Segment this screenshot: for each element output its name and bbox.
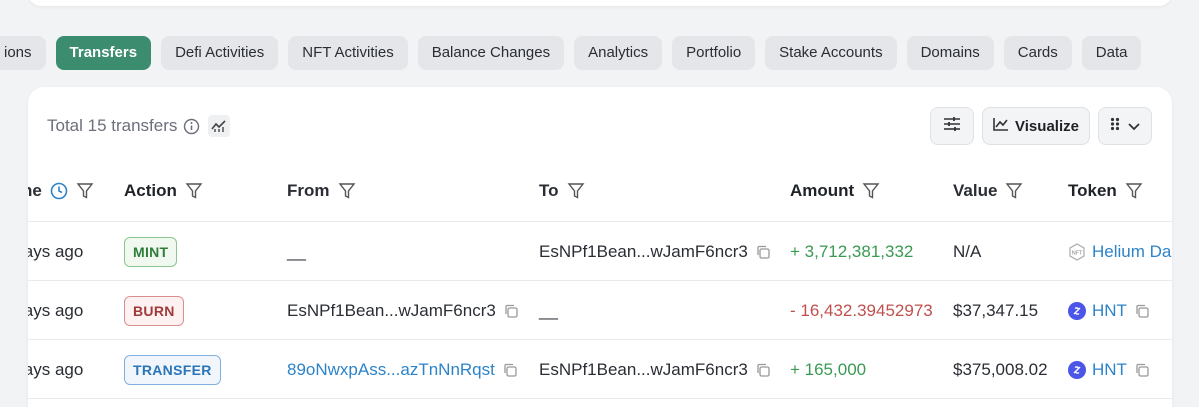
column-action: Action <box>124 181 203 201</box>
to-address[interactable]: EsNPf1Bean...wJamF6ncr3 <box>539 242 748 262</box>
clock-icon[interactable] <box>50 182 68 200</box>
table-toolbar: Visualize <box>930 107 1152 145</box>
filter-icon[interactable] <box>185 182 203 200</box>
to-cell: EsNPf1Bean...wJamF6ncr3 <box>539 222 770 281</box>
amount-cell: - 16,432.39452973 <box>790 300 933 320</box>
tab-defi-activities[interactable]: Defi Activities <box>161 36 279 70</box>
top-card <box>28 0 1172 6</box>
column-settings-button[interactable] <box>930 107 974 145</box>
transfer-count: Total 15 transfers <box>47 115 231 137</box>
from-cell: EsNPf1Bean...wJamF6ncr3 <box>287 281 518 340</box>
column-from: From <box>287 181 356 201</box>
grid-dots-icon <box>1110 117 1120 135</box>
column-time-label: ne <box>28 181 42 200</box>
tab-stake-accounts[interactable]: Stake Accounts <box>765 36 897 70</box>
visualize-button[interactable]: Visualize <box>982 107 1090 145</box>
filter-icon[interactable] <box>1125 182 1143 200</box>
from-address[interactable]: 89oNwxpAss...azTnNnRqst <box>287 360 495 380</box>
column-to-label: To <box>539 181 559 200</box>
to-cell: __ <box>539 300 558 320</box>
filter-icon[interactable] <box>1005 182 1023 200</box>
filter-icon[interactable] <box>567 182 585 200</box>
chart-trend-icon[interactable] <box>208 115 231 137</box>
amount-cell: + 165,000 <box>790 359 867 379</box>
tab-cards[interactable]: Cards <box>1003 36 1072 70</box>
token-link[interactable]: HNT <box>1068 360 1127 380</box>
tab-domains[interactable]: Domains <box>906 36 994 70</box>
amount-cell: + 3,712,381,332 <box>790 241 914 261</box>
action-cell: MINT <box>124 222 178 281</box>
action-cell: BURN <box>124 281 184 340</box>
table-row: lays ago TRANSFER 89oNwxpAss...azTnNnRqs… <box>28 340 1172 399</box>
copy-icon[interactable] <box>1135 304 1149 318</box>
sliders-icon <box>943 116 961 136</box>
time-cell: lays ago <box>28 359 84 379</box>
tab-nft-activities[interactable]: NFT Activities <box>288 36 408 70</box>
transfers-table: ne Action From To <box>28 159 1172 399</box>
copy-icon[interactable] <box>503 363 517 377</box>
value-cell: $375,008.02 <box>953 359 1048 379</box>
chevron-down-icon <box>1128 118 1140 135</box>
chart-icon <box>993 117 1009 135</box>
filter-icon[interactable] <box>862 182 880 200</box>
copy-icon[interactable] <box>756 363 770 377</box>
column-action-label: Action <box>124 181 177 200</box>
copy-icon[interactable] <box>756 245 770 259</box>
tab-transactions[interactable]: ions <box>0 36 46 70</box>
to-address[interactable]: EsNPf1Bean...wJamF6ncr3 <box>539 360 748 380</box>
info-icon[interactable] <box>183 118 200 135</box>
tab-analytics[interactable]: Analytics <box>574 36 663 70</box>
from-cell: __ <box>287 241 306 261</box>
token-link[interactable]: NFT Helium Da <box>1068 242 1171 262</box>
value-cell: $37,347.15 <box>953 300 1039 320</box>
tab-data[interactable]: Data <box>1081 36 1142 70</box>
token-name: Helium Da <box>1092 241 1172 261</box>
table-header: ne Action From To <box>28 159 1172 222</box>
copy-icon[interactable] <box>504 304 518 318</box>
action-badge: BURN <box>124 295 184 326</box>
layout-menu-button[interactable] <box>1098 107 1152 145</box>
column-amount-label: Amount <box>790 181 855 200</box>
table-row: lays ago BURN EsNPf1Bean...wJamF6ncr3 __… <box>28 281 1172 340</box>
column-token: Token <box>1068 181 1143 201</box>
tab-balance-changes[interactable]: Balance Changes <box>417 36 565 70</box>
tab-bar: ions Transfers Defi Activities NFT Activ… <box>0 36 1199 70</box>
token-name: HNT <box>1092 359 1127 379</box>
time-cell: lays ago <box>28 241 84 261</box>
column-amount: Amount <box>790 181 880 201</box>
total-transfers-label: Total 15 transfers <box>47 116 178 135</box>
hnt-token-icon <box>1068 360 1086 379</box>
token-cell: HNT <box>1068 281 1149 340</box>
value-cell: N/A <box>953 241 982 261</box>
action-cell: TRANSFER <box>124 340 221 399</box>
from-address[interactable]: EsNPf1Bean...wJamF6ncr3 <box>287 301 496 321</box>
column-from-label: From <box>287 181 330 200</box>
filter-icon[interactable] <box>338 182 356 200</box>
token-cell: HNT <box>1068 340 1149 399</box>
token-link[interactable]: HNT <box>1068 301 1127 321</box>
column-value-label: Value <box>953 181 998 200</box>
action-badge: MINT <box>124 236 178 267</box>
filter-icon[interactable] <box>76 182 94 200</box>
column-to: To <box>539 181 585 201</box>
visualize-label: Visualize <box>1015 117 1079 135</box>
table-row: lays ago MINT __ EsNPf1Bean...wJamF6ncr3… <box>28 222 1172 281</box>
to-cell: EsNPf1Bean...wJamF6ncr3 <box>539 340 770 399</box>
hnt-token-icon <box>1068 301 1086 320</box>
tab-transfers[interactable]: Transfers <box>55 36 152 70</box>
action-badge: TRANSFER <box>124 354 221 385</box>
token-cell: NFT Helium Da <box>1068 222 1171 281</box>
copy-icon[interactable] <box>1135 363 1149 377</box>
column-value: Value <box>953 181 1023 201</box>
time-cell: lays ago <box>28 300 84 320</box>
svg-text:NFT: NFT <box>1072 250 1083 256</box>
column-token-label: Token <box>1068 181 1117 200</box>
tab-portfolio[interactable]: Portfolio <box>672 36 756 70</box>
nft-token-icon: NFT <box>1068 242 1086 261</box>
token-name: HNT <box>1092 300 1127 320</box>
transfers-card: Total 15 transfers Visualize e Action Fr… <box>28 87 1172 407</box>
column-time: ne <box>28 181 94 201</box>
from-cell: 89oNwxpAss...azTnNnRqst <box>287 340 517 399</box>
